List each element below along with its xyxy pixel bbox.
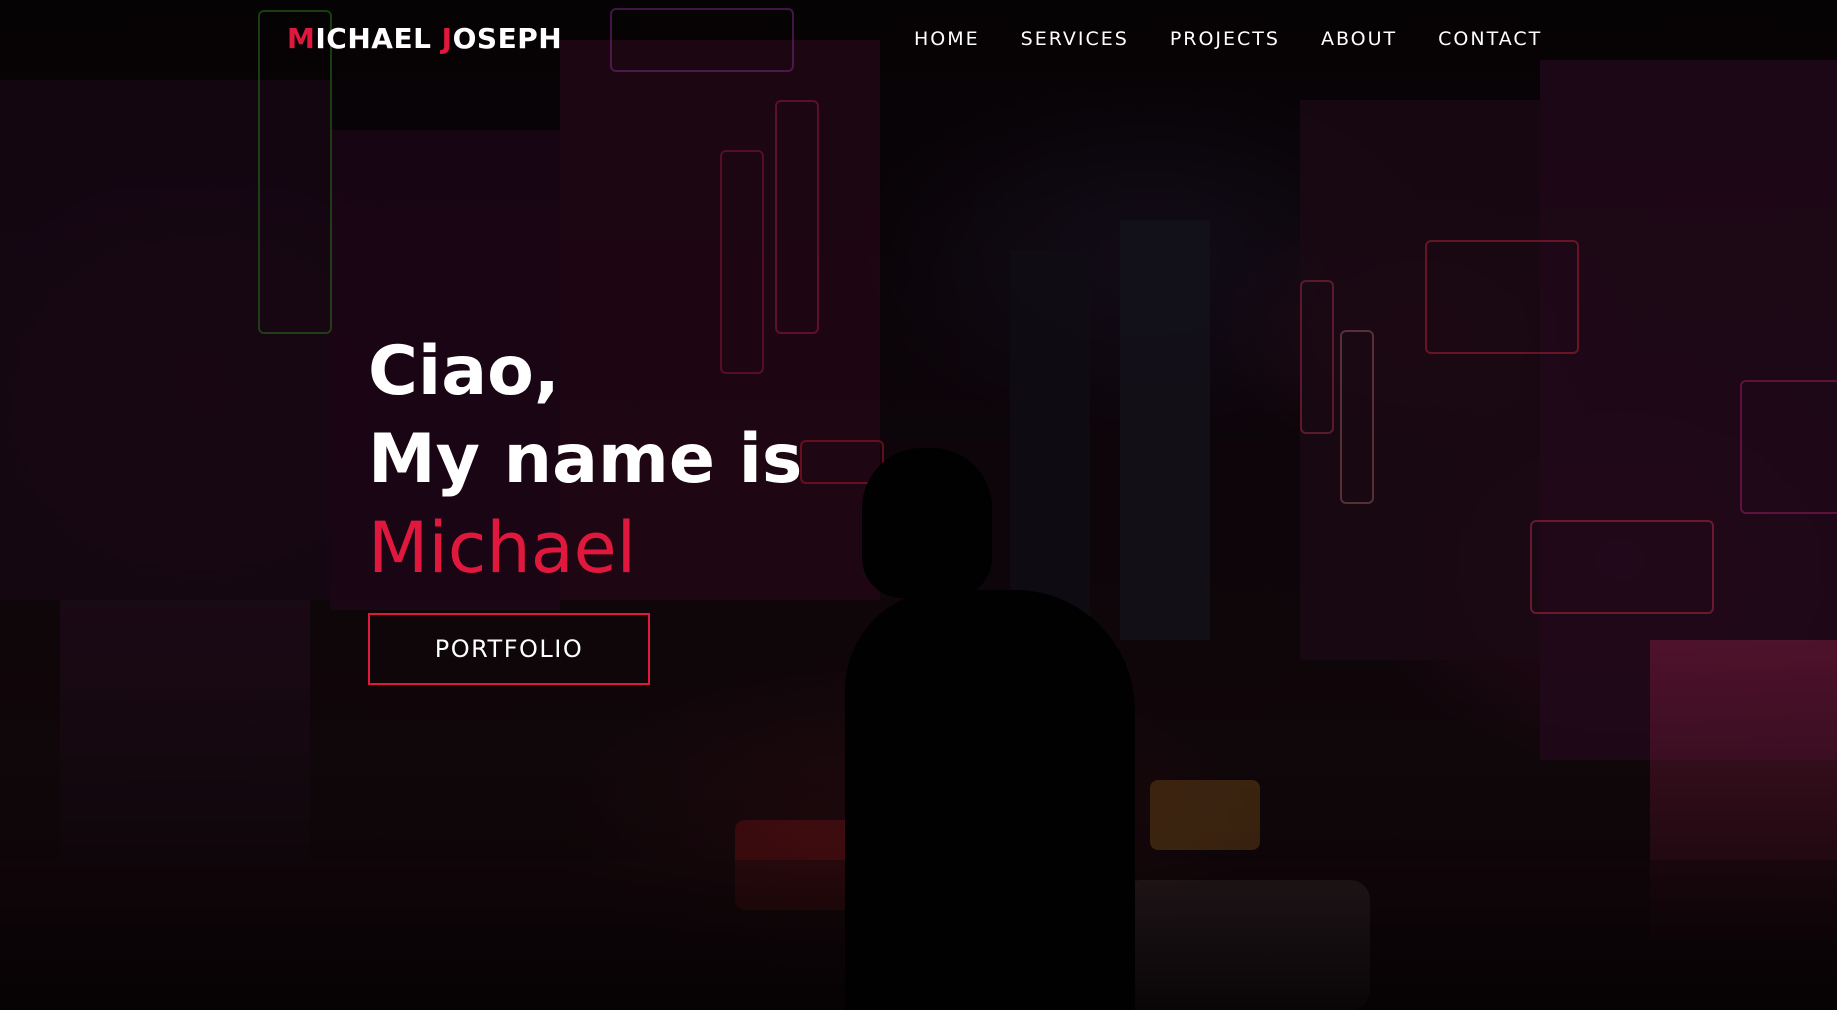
logo-initial-m: M <box>287 22 316 55</box>
nav-link-home[interactable]: HOME <box>914 28 980 50</box>
nav-link-projects[interactable]: PROJECTS <box>1170 28 1280 50</box>
nav-links: HOME SERVICES PROJECTS ABOUT CONTACT <box>914 28 1583 50</box>
navbar: MICHAEL JOSEPH HOME SERVICES PROJECTS AB… <box>0 0 1837 82</box>
hero-section: MICHAEL JOSEPH HOME SERVICES PROJECTS AB… <box>0 0 1837 1010</box>
logo-first-name-rest: ICHAEL <box>315 22 442 55</box>
portfolio-button[interactable]: PORTFOLIO <box>368 613 650 685</box>
hero-name: Michael <box>368 507 637 589</box>
nav-link-services[interactable]: SERVICES <box>1021 28 1129 50</box>
site-logo[interactable]: MICHAEL JOSEPH <box>287 22 562 55</box>
hero-heading: Ciao, My name is Michael <box>368 328 802 592</box>
nav-link-contact[interactable]: CONTACT <box>1438 28 1542 50</box>
greeting-line-1: Ciao, <box>368 332 560 411</box>
nav-link-about[interactable]: ABOUT <box>1321 28 1397 50</box>
dark-overlay <box>0 0 1837 1010</box>
logo-initial-j: J <box>441 22 453 55</box>
logo-last-name-rest: OSEPH <box>452 22 563 55</box>
greeting-line-2: My name is <box>368 420 803 499</box>
